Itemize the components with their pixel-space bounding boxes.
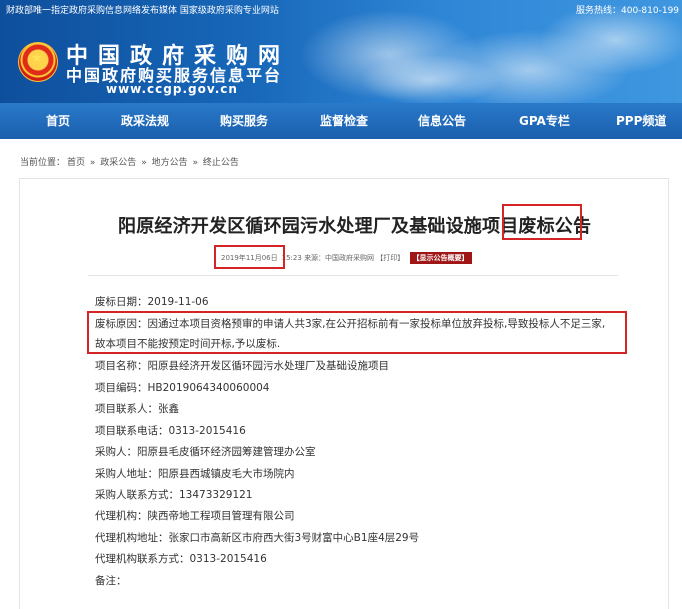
field-project-contact: 项目联系人：张鑫	[95, 403, 179, 415]
meta-source: 来源：中国政府采购网	[304, 254, 375, 262]
print-link[interactable]: 【打印】	[376, 254, 404, 262]
field-purchaser-contact: 采购人联系方式：13473329121	[95, 489, 253, 501]
breadcrumb-label: 当前位置：	[20, 158, 66, 168]
field-project-phone: 项目联系电话：0313-2015416	[95, 425, 246, 437]
field-project-name: 项目名称：阳原县经济开发区循环园污水处理厂及基础设施项目	[95, 360, 389, 372]
nav-item-gpa[interactable]: GPA专栏	[519, 103, 570, 139]
site-banner: 财政部唯一指定政府采购信息网络发布媒体 国家级政府采购专业网站 服务热线：400…	[0, 0, 682, 103]
field-remarks: 备注：	[95, 575, 127, 587]
nav-item-home[interactable]: 首页	[46, 103, 70, 139]
field-agency: 代理机构：陕西帝地工程项目管理有限公司	[95, 510, 295, 522]
nav-item-purchase-services[interactable]: 购买服务	[220, 103, 268, 139]
field-agency-contact: 代理机构联系方式：0313-2015416	[95, 553, 267, 565]
breadcrumb-item[interactable]: 政采公告	[100, 158, 136, 168]
nav-item-regulations[interactable]: 政采法规	[121, 103, 169, 139]
field-bid-failure-date: 废标日期：2019-11-06	[95, 296, 209, 308]
show-summary-button[interactable]: 【显示公告概要】	[409, 252, 472, 264]
annotation-box-date	[214, 245, 285, 269]
divider	[88, 275, 618, 276]
field-purchaser: 采购人：阳原县毛皮循环经济园筹建管理办公室	[95, 446, 316, 458]
national-emblem-icon: ★	[18, 42, 58, 82]
site-slogan: 财政部唯一指定政府采购信息网络发布媒体 国家级政府采购专业网站	[6, 6, 279, 16]
title-main: 阳原经济开发区循环园污水处理厂及基础设施项目	[118, 216, 519, 237]
top-strip: 财政部唯一指定政府采购信息网络发布媒体 国家级政府采购专业网站 服务热线：400…	[0, 0, 682, 22]
breadcrumb-item[interactable]: 地方公告	[152, 158, 188, 168]
service-hotline: 服务热线：400-810-199	[576, 6, 680, 16]
annotation-box-reason	[87, 311, 627, 354]
nav-item-announcements[interactable]: 信息公告	[418, 103, 466, 139]
breadcrumb-item[interactable]: 首页	[67, 158, 85, 168]
annotation-box-title	[502, 204, 582, 240]
breadcrumb-separator: »	[141, 158, 147, 168]
field-purchaser-address: 采购人地址：阳原县西城镇皮毛大市场院内	[95, 468, 295, 480]
breadcrumb-item[interactable]: 终止公告	[203, 158, 239, 168]
main-nav: 首页 政采法规 购买服务 监督检查 信息公告 GPA专栏 PPP频道	[0, 103, 682, 139]
nav-item-ppp[interactable]: PPP频道	[616, 103, 666, 139]
breadcrumb-separator: »	[192, 158, 198, 168]
logo-url: www.ccgp.gov.cn	[106, 82, 238, 96]
field-project-code: 项目编码：HB2019064340060004	[95, 382, 270, 394]
breadcrumb: 当前位置： 首页 » 政采公告 » 地方公告 » 终止公告	[20, 155, 241, 168]
nav-item-supervision[interactable]: 监督检查	[320, 103, 368, 139]
breadcrumb-separator: »	[89, 158, 96, 168]
field-agency-address: 代理机构地址：张家口市高新区市府西大街3号财富中心B1座4层29号	[95, 532, 420, 544]
